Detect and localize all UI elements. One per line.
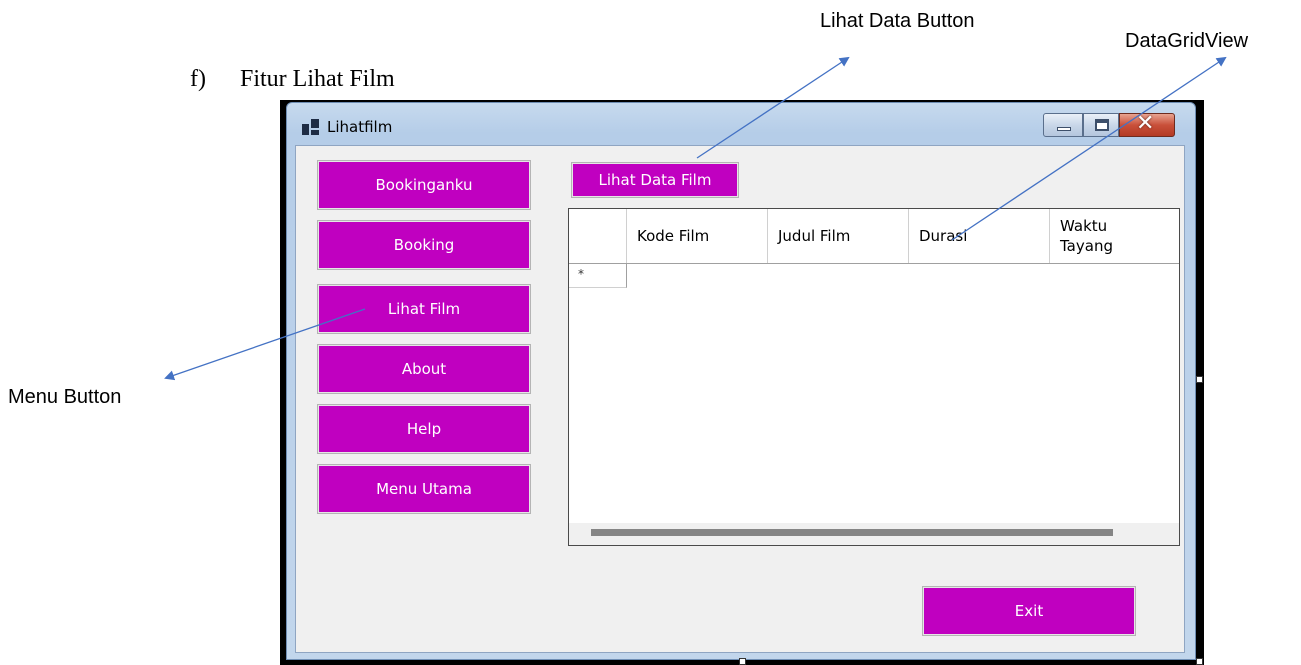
callout-lihat-data-button: Lihat Data Button [820,10,975,32]
grid-header-row: Kode Film Judul Film Durasi Waktu Tayang [569,209,1179,264]
menu-button-bookinganku[interactable]: Bookinganku [317,160,531,210]
resize-handle-bottom[interactable] [739,658,746,665]
heading-number: f) [190,66,206,92]
film-data-grid[interactable]: Kode Film Judul Film Durasi Waktu Tayang… [568,208,1180,546]
new-row-marker: * [578,267,584,281]
scrollbar-thumb[interactable] [591,529,1113,536]
grid-corner-header[interactable] [569,209,627,263]
window-title: Lihatfilm [327,118,393,136]
callout-datagridview: DataGridView [1125,30,1249,52]
lihat-data-film-button[interactable]: Lihat Data Film [571,162,739,198]
column-header-kode-film[interactable]: Kode Film [627,209,768,263]
column-header-durasi[interactable]: Durasi [909,209,1050,263]
menu-button-booking[interactable]: Booking [317,220,531,270]
window-frame: Lihatfilm ✕ Bookinganku Booking Lihat Fi… [286,102,1196,660]
horizontal-scrollbar[interactable] [569,523,1179,545]
document-heading: f) Fitur Lihat Film [190,66,395,93]
minimize-button[interactable] [1043,113,1083,137]
menu-button-lihat-film[interactable]: Lihat Film [317,284,531,334]
heading-text: Fitur Lihat Film [240,66,395,92]
title-bar[interactable]: Lihatfilm ✕ [287,103,1195,145]
maximize-icon [1095,119,1109,131]
callout-menu-button: Menu Button [8,386,122,408]
form-client-area: Bookinganku Booking Lihat Film About Hel… [295,145,1185,653]
lihatfilm-window: Lihatfilm ✕ Bookinganku Booking Lihat Fi… [280,100,1204,665]
maximize-button[interactable] [1083,113,1119,137]
exit-button[interactable]: Exit [922,586,1136,636]
resize-handle-right[interactable] [1196,376,1203,383]
window-app-icon [302,119,322,135]
close-icon: ✕ [1136,111,1155,136]
column-header-waktu-tayang[interactable]: Waktu Tayang [1050,209,1179,263]
menu-button-help[interactable]: Help [317,404,531,454]
close-button[interactable]: ✕ [1119,111,1175,137]
menu-button-about[interactable]: About [317,344,531,394]
menu-button-menu-utama[interactable]: Menu Utama [317,464,531,514]
minimize-icon [1057,127,1071,131]
new-row-header[interactable]: * [569,264,627,288]
resize-handle-corner[interactable] [1196,658,1203,665]
column-header-judul-film[interactable]: Judul Film [768,209,909,263]
